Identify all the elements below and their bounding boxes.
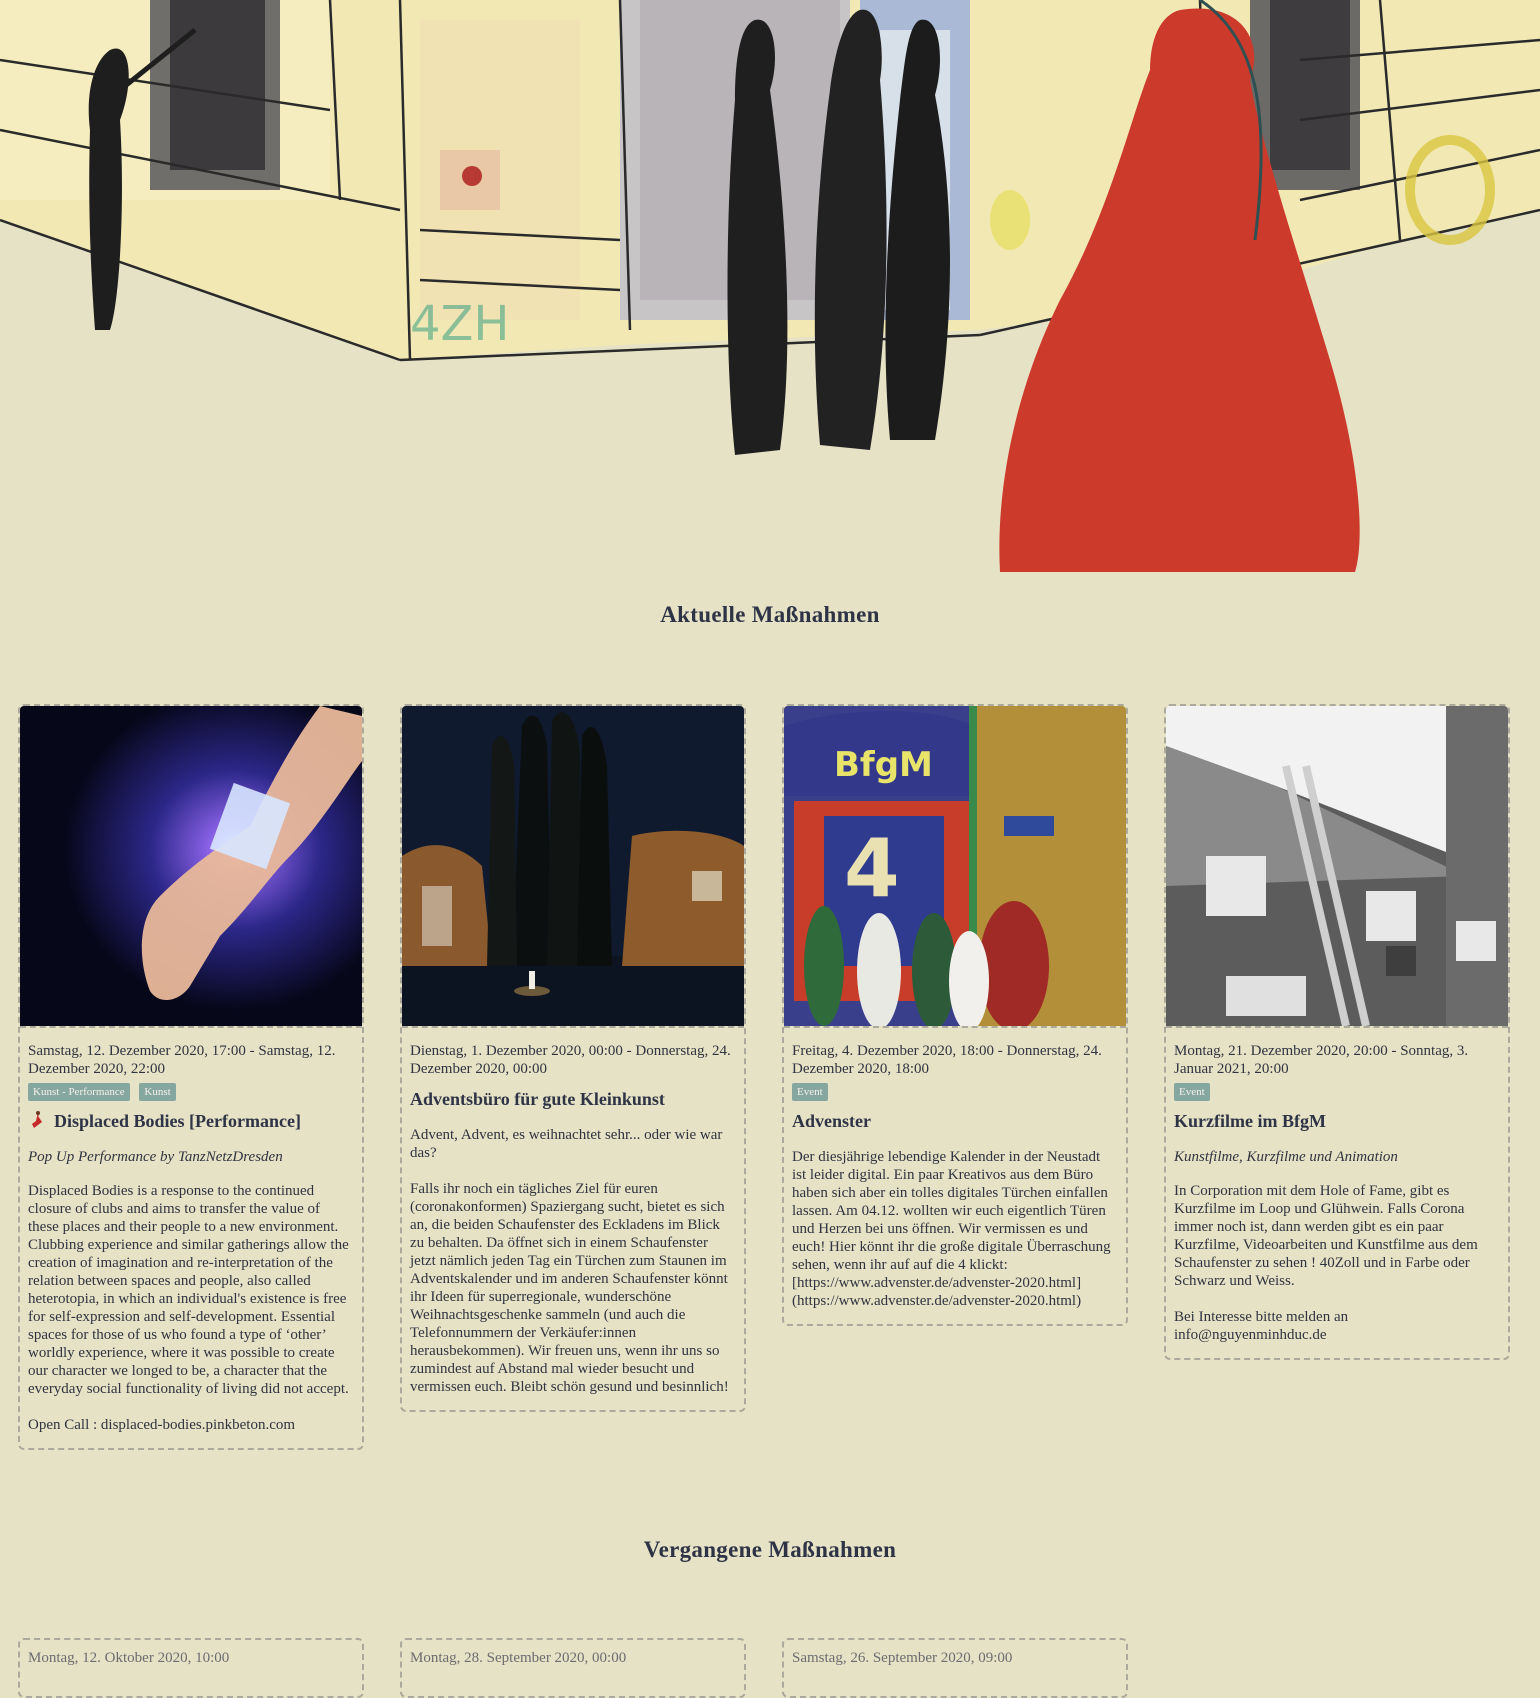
event-card[interactable]: Montag, 21. Dezember 2020, 20:00 - Sonnt… (1164, 704, 1510, 1360)
event-description: Open Call : displaced-bodies.pinkbeton.c… (28, 1417, 296, 1433)
event-card[interactable]: BfgM 4 Freitag, 4. Dezember 2020, 18:00 … (782, 704, 1128, 1326)
event-description: Advent, Advent, es weihnachtet sehr... o… (410, 1127, 723, 1161)
event-description: Bei Interesse bitte melden an info@nguye… (1174, 1309, 1349, 1343)
event-date: Freitag, 4. Dezember 2020, 18:00 - Donne… (792, 1043, 1102, 1077)
event-title-link[interactable]: Displaced Bodies [Performance] (28, 1110, 354, 1132)
past-event-card[interactable]: Samstag, 26. September 2020, 09:00 (782, 1638, 1128, 1698)
svg-text:BfgM: BfgM (834, 745, 933, 785)
past-event-date: Samstag, 26. September 2020, 09:00 (792, 1650, 1013, 1666)
event-subtitle: Pop Up Performance by TanzNetzDresden (28, 1149, 283, 1165)
event-title-link[interactable]: Kurzfilme im BfgM (1174, 1110, 1500, 1132)
event-description: Falls ihr noch ein tägliches Ziel für eu… (410, 1181, 729, 1395)
tag-list: Event (792, 1082, 1118, 1102)
island-painting-icon (402, 706, 744, 1028)
event-date: Dienstag, 1. Dezember 2020, 00:00 - Donn… (410, 1043, 731, 1077)
current-section-title: Aktuelle Maßnahmen (660, 602, 880, 627)
tag-list: Kunst - Performance Kunst (28, 1082, 354, 1102)
svg-text:4ZH: 4ZH (410, 296, 510, 352)
svg-text:4: 4 (844, 822, 900, 915)
event-title-text: Displaced Bodies [Performance] (54, 1111, 301, 1131)
tag-badge[interactable]: Event (792, 1083, 828, 1101)
past-event-card[interactable]: Montag, 12. Oktober 2020, 10:00 (18, 1638, 364, 1698)
hero-illustration: 4ZH (0, 0, 1540, 572)
event-date: Samstag, 12. Dezember 2020, 17:00 - Sams… (28, 1043, 336, 1077)
street-scene-drawing: 4ZH (0, 0, 1540, 572)
event-title-link[interactable]: Advenster (792, 1110, 1118, 1132)
past-section-title: Vergangene Maßnahmen (643, 1537, 897, 1562)
past-event-card[interactable]: Montag, 28. September 2020, 00:00 (400, 1638, 746, 1698)
event-title-link[interactable]: Adventsbüro für gute Kleinkunst (410, 1088, 736, 1110)
dancer-emoji-icon (32, 1111, 42, 1128)
tag-list: Event (1174, 1082, 1500, 1102)
event-subtitle: Kunstfilme, Kurzfilme und Animation (1174, 1149, 1398, 1165)
glowing-wrist-icon (20, 706, 362, 1028)
event-description: Der diesjährige lebendige Kalender in de… (792, 1149, 1111, 1309)
past-event-date: Montag, 28. September 2020, 00:00 (410, 1650, 627, 1666)
event-description: In Corporation mit dem Hole of Fame, gib… (1174, 1183, 1478, 1289)
tag-badge[interactable]: Event (1174, 1083, 1210, 1101)
event-card[interactable]: Dienstag, 1. Dezember 2020, 00:00 - Donn… (400, 704, 746, 1412)
bfgm-door-painting-icon: BfgM 4 (784, 706, 1126, 1028)
house-ladder-photo-icon (1166, 706, 1508, 1028)
event-description: Displaced Bodies is a response to the co… (28, 1183, 349, 1397)
event-date: Montag, 21. Dezember 2020, 20:00 - Sonnt… (1174, 1043, 1469, 1077)
tag-badge[interactable]: Kunst (139, 1083, 176, 1101)
past-event-date: Montag, 12. Oktober 2020, 10:00 (28, 1650, 230, 1666)
event-card[interactable]: Samstag, 12. Dezember 2020, 17:00 - Sams… (18, 704, 364, 1450)
tag-badge[interactable]: Kunst - Performance (28, 1083, 130, 1101)
